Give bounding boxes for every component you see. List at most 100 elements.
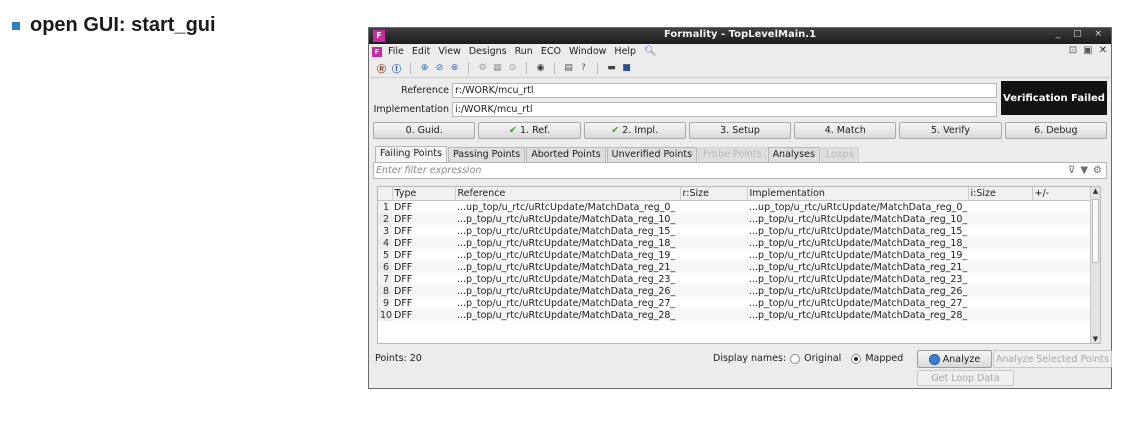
table-row[interactable]: 7 DFF ...p_top/u_rtc/uRtcUpdate/MatchData_… [378,273,1092,285]
row-number: 1 [378,200,392,213]
tab-analyses[interactable]: Analyses [767,147,820,162]
table-row[interactable]: 4 DFF ...p_top/u_rtc/uRtcUpdate/MatchData_… [378,237,1092,249]
table-row[interactable]: 3 DFF ...p_top/u_rtc/uRtcUpdate/MatchData_… [378,225,1092,237]
cell-diff [1032,225,1092,237]
table-row[interactable]: 10 DFF ...p_top/u_rtc/uRtcUpdate/MatchData… [378,309,1092,321]
col-type[interactable]: Type [392,187,456,201]
tab-failing-points[interactable]: Failing Points [375,146,447,162]
table-row[interactable]: 6 DFF ...p_top/u_rtc/uRtcUpdate/MatchData_… [378,261,1092,273]
target-icon[interactable]: ⊕ [418,62,431,75]
filter-icons: ⊽ ▼ ⚙ [1068,165,1106,176]
doc-icon[interactable]: ▤ [562,62,575,75]
radio-mapped[interactable] [851,353,862,364]
menu-eco[interactable]: ECO [541,46,561,57]
clear-filter-icon[interactable]: ⊽ [1068,165,1075,176]
cell-rsize [680,309,747,321]
step-implementation[interactable]: ✔ 2. Impl. [583,122,686,139]
filter-input[interactable]: Enter filter expression [374,165,1068,176]
bullet-marker [12,21,20,30]
restore-icon[interactable]: ▣ [1083,45,1092,56]
get-loop-data-button[interactable]: Get Loop Data [917,370,1014,386]
folder-icon[interactable]: ▬ [605,62,618,75]
cell-diff [1032,285,1092,297]
ref-icon[interactable]: Ⓡ [375,62,388,75]
cell-rsize [680,261,747,273]
col-diff[interactable]: +/- [1032,187,1093,201]
radio-original-label[interactable]: Original [804,353,841,364]
settings-icon[interactable]: ⚙ [1093,165,1102,176]
cell-isize [968,201,1032,214]
window-controls[interactable]: _ □ × [1056,29,1107,39]
tab-loops: Loops [820,147,859,162]
row-number: 9 [378,297,392,309]
implementation-field[interactable]: i:/WORK/mcu_rtl [452,102,997,117]
cell-rsize [680,225,747,237]
table-row[interactable]: 1 DFF ...up_top/u_rtc/uRtcUpdate/MatchData… [378,200,1092,214]
save-icon[interactable]: ■ [620,62,633,75]
col-reference[interactable]: Reference [455,187,681,201]
toolbar-separator [554,62,555,74]
cell-implementation: ...p_top/u_rtc/uRtcUpdate/MatchData_reg_… [747,213,968,225]
step-reference[interactable]: ✔ 1. Ref. [478,122,581,139]
scroll-up-arrow-icon[interactable]: ▲ [1091,187,1100,195]
cell-type: DFF [394,201,413,213]
step-debug[interactable]: 6. Debug [1004,122,1107,139]
no-circle-icon[interactable]: ⊗ [448,62,461,75]
radio-mapped-label[interactable]: Mapped [865,353,903,364]
tab-unverified-points[interactable]: Unverified Points [606,147,698,162]
col-rsize[interactable]: r:Size [680,187,748,201]
cell-type: DFF [392,237,455,249]
table-row[interactable]: 2 DFF ...p_top/u_rtc/uRtcUpdate/MatchData_… [378,213,1092,225]
impl-icon[interactable]: Ⓘ [390,62,403,75]
menu-help[interactable]: Help [614,46,636,57]
cell-rsize [680,213,747,225]
menu-file[interactable]: File [388,46,404,57]
step-verify[interactable]: 5. Verify [899,122,1002,139]
float-icon[interactable]: ⊡ [1069,45,1077,56]
analyze-icon [928,353,940,365]
cell-type: DFF [394,273,413,285]
col-isize[interactable]: i:Size [968,187,1033,201]
cell-reference: ...up_top/u_rtc/uRtcUpdate/MatchData_reg… [457,201,676,213]
menu-edit[interactable]: Edit [412,46,430,57]
vertical-scrollbar[interactable]: ▲ ▼ [1090,187,1100,343]
menu-run[interactable]: Run [515,46,533,57]
table-row[interactable]: 5 DFF ...p_top/u_rtc/uRtcUpdate/MatchData_… [378,249,1092,261]
check-circle-icon[interactable]: ⊘ [433,62,446,75]
scroll-down-arrow-icon[interactable]: ▼ [1091,335,1100,343]
funnel-icon[interactable]: ▼ [1080,165,1088,176]
reference-field[interactable]: r:/WORK/mcu_rtl [452,83,997,98]
cell-implementation: ...up_top/u_rtc/uRtcUpdate/MatchData_reg… [749,201,968,213]
step-match[interactable]: 4. Match [794,122,897,139]
cell-rsize [680,273,747,285]
analyze-selected-button[interactable]: Analyze Selected Points [993,350,1112,368]
cell-rsize [680,297,747,309]
results-tabs: Failing Points Passing Points Aborted Po… [369,146,1111,162]
gear-icon[interactable]: ⚙ [476,62,489,75]
grid-icon[interactable]: ▦ [491,62,504,75]
cell-reference: ...p_top/u_rtc/uRtcUpdate/MatchData_reg_… [455,309,680,321]
step-setup[interactable]: 3. Setup [688,122,792,139]
close-icon[interactable]: ✕ [1099,45,1107,56]
failing-points-table: Type Reference r:Size Implementation i:S… [377,186,1101,344]
binoculars-icon[interactable]: ◉ [534,62,547,75]
search-icon[interactable]: 🔍︎ [644,46,657,57]
tab-passing-points[interactable]: Passing Points [447,147,526,162]
menu-window[interactable]: Window [569,46,606,57]
zoom-icon[interactable]: ⊙ [506,62,519,75]
menu-view[interactable]: View [438,46,461,57]
step-guidance[interactable]: 0. Guid. [373,122,476,139]
tab-aborted-points[interactable]: Aborted Points [526,147,606,162]
col-implementation[interactable]: Implementation [747,187,969,201]
table-row[interactable]: 8 DFF ...p_top/u_rtc/uRtcUpdate/MatchData_… [378,285,1092,297]
analyze-button[interactable]: Analyze [917,350,992,368]
cell-isize [968,213,1032,225]
table-header: Type Reference r:Size Implementation i:S… [378,187,1093,201]
help-icon[interactable]: ? [577,62,590,75]
radio-original[interactable] [790,353,801,364]
table-row[interactable]: 9 DFF ...p_top/u_rtc/uRtcUpdate/MatchData_… [378,297,1092,309]
menu-designs[interactable]: Designs [469,46,507,57]
scrollbar-thumb[interactable] [1092,199,1099,263]
title-bar: F Formality - TopLevelMain.1 _ □ × [369,28,1111,44]
verification-status: Verification Failed [1001,81,1107,115]
